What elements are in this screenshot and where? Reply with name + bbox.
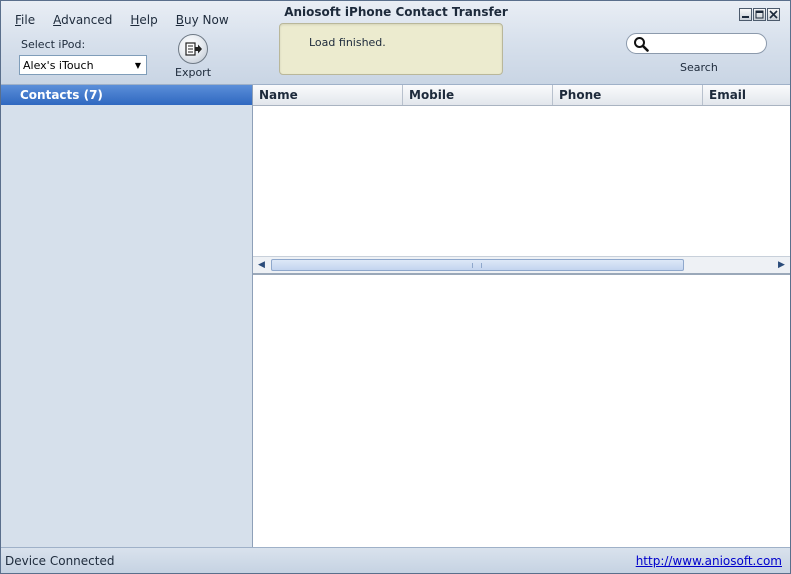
contacts-table-body[interactable] bbox=[253, 106, 790, 256]
menu-help[interactable]: Help bbox=[130, 13, 157, 27]
window-controls bbox=[739, 8, 780, 21]
maximize-button[interactable] bbox=[753, 8, 766, 21]
window-title: Aniosoft iPhone Contact Transfer bbox=[284, 5, 508, 19]
column-name[interactable]: Name bbox=[253, 85, 403, 105]
menu-advanced[interactable]: Advanced bbox=[53, 13, 112, 27]
status-bar: Device Connected http://www.aniosoft.com bbox=[1, 547, 790, 573]
ipod-select-value: Alex's iTouch bbox=[23, 59, 94, 72]
scroll-grip bbox=[472, 263, 482, 268]
contacts-group[interactable]: Contacts (7) bbox=[1, 85, 252, 105]
scroll-right-icon[interactable]: ▶ bbox=[774, 258, 789, 272]
dropdown-arrow-icon[interactable]: ▼ bbox=[131, 57, 145, 73]
export-label: Export bbox=[175, 66, 212, 79]
search-icon bbox=[634, 37, 649, 52]
toolbar-area: Aniosoft iPhone Contact Transfer File Ad… bbox=[1, 1, 790, 85]
column-mobile[interactable]: Mobile bbox=[403, 85, 553, 105]
status-message: Load finished. bbox=[309, 36, 386, 49]
connection-status: Device Connected bbox=[5, 554, 115, 568]
minimize-icon bbox=[742, 16, 749, 18]
app-window: Aniosoft iPhone Contact Transfer File Ad… bbox=[0, 0, 791, 574]
main-area: Name Mobile Phone Email ◀ ▶ bbox=[253, 85, 790, 547]
search-input[interactable] bbox=[653, 36, 765, 53]
column-phone[interactable]: Phone bbox=[553, 85, 703, 105]
contact-detail-pane[interactable] bbox=[253, 273, 790, 547]
menu-file[interactable]: File bbox=[15, 13, 35, 27]
horizontal-scrollbar[interactable]: ◀ ▶ bbox=[253, 256, 790, 273]
sidebar: Contacts (7) bbox=[1, 85, 253, 547]
export-icon bbox=[185, 42, 202, 56]
minimize-button[interactable] bbox=[739, 8, 752, 21]
search-label: Search bbox=[680, 61, 718, 74]
table-header: Name Mobile Phone Email bbox=[253, 85, 790, 106]
menu-buy-now[interactable]: Buy Now bbox=[176, 13, 229, 27]
scroll-thumb[interactable] bbox=[271, 259, 684, 271]
close-button[interactable] bbox=[767, 8, 780, 21]
website-link[interactable]: http://www.aniosoft.com bbox=[636, 554, 782, 568]
select-ipod-label: Select iPod: bbox=[21, 38, 86, 51]
export-button[interactable] bbox=[178, 34, 208, 64]
menu-bar: File Advanced Help Buy Now bbox=[15, 13, 247, 27]
close-icon bbox=[769, 10, 778, 19]
ipod-select[interactable]: Alex's iTouch ▼ bbox=[19, 55, 147, 75]
maximize-icon bbox=[755, 10, 764, 19]
column-email[interactable]: Email bbox=[703, 85, 790, 105]
search-box[interactable] bbox=[626, 33, 767, 54]
scroll-left-icon[interactable]: ◀ bbox=[254, 258, 269, 272]
status-panel: Load finished. bbox=[279, 23, 503, 75]
